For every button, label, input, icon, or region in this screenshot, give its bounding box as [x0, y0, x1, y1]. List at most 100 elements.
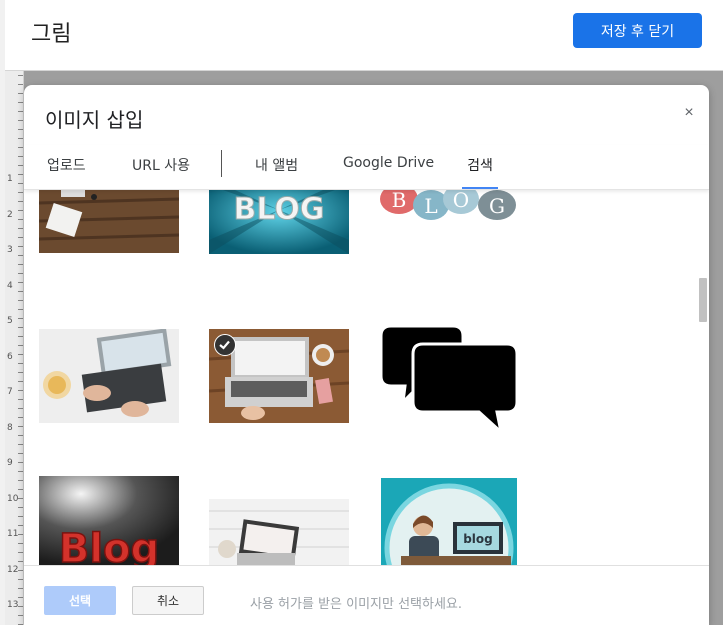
- ruler-tick: [18, 363, 23, 364]
- svg-text:L: L: [424, 194, 437, 218]
- ruler-tick: [18, 111, 23, 112]
- tab-search[interactable]: 검색: [462, 155, 498, 189]
- ruler-tick: [18, 354, 23, 355]
- ruler-tick: [18, 534, 23, 535]
- ruler-tick: [18, 372, 23, 373]
- editor-title: 그림: [31, 22, 72, 47]
- ruler-tick: [18, 597, 23, 598]
- ruler-tick: [18, 174, 23, 175]
- ruler-number: 10: [7, 493, 19, 504]
- svg-text:G: G: [489, 194, 505, 218]
- svg-text:blog: blog: [463, 532, 493, 546]
- ruler-tick: [18, 219, 23, 220]
- ruler-tick: [18, 120, 23, 121]
- result-desk-notebook[interactable]: [39, 190, 179, 253]
- ruler-tick: [18, 489, 23, 490]
- search-results-grid: BLOG B L O G Blog blog: [24, 190, 709, 565]
- ruler-tick: [18, 408, 23, 409]
- ruler-number: 1: [7, 174, 13, 184]
- ruler-tick: [18, 192, 23, 193]
- ruler-number: 2: [7, 209, 13, 220]
- save-and-close-button[interactable]: 저장 후 닫기: [573, 13, 702, 48]
- ruler-tick: [18, 183, 23, 184]
- license-hint: 사용 허가를 받은 이미지만 선택하세요.: [250, 597, 463, 612]
- ruler-tick: [18, 579, 23, 580]
- ruler-tick: [18, 255, 23, 256]
- ruler-tick: [18, 309, 23, 310]
- svg-text:O: O: [453, 190, 469, 212]
- ruler-tick: [18, 282, 23, 283]
- result-speech-bubbles-icon[interactable]: [379, 320, 519, 434]
- ruler-tick: [18, 93, 23, 94]
- ruler-tick: [18, 615, 23, 616]
- ruler-number: 4: [7, 280, 13, 291]
- dialog-footer: 선택 취소 사용 허가를 받은 이미지만 선택하세요.: [24, 565, 709, 625]
- result-blog-speech-bubbles[interactable]: B L O G: [379, 190, 519, 233]
- ruler-tick: [18, 84, 23, 85]
- ruler-tick: [18, 426, 23, 427]
- ruler-number: 3: [7, 245, 13, 255]
- ruler-tick: [18, 327, 23, 328]
- drawing-editor-header: 그림 저장 후 닫기: [5, 0, 723, 71]
- ruler-tick: [18, 390, 23, 391]
- ruler-number: 5: [7, 316, 13, 326]
- ruler-tick: [18, 210, 23, 211]
- ruler-tick: [18, 516, 23, 517]
- dialog-title: 이미지 삽입: [45, 108, 144, 132]
- result-blog-3d-text[interactable]: BLOG: [209, 190, 349, 254]
- close-icon[interactable]: ×: [679, 103, 699, 123]
- svg-text:Blog: Blog: [59, 526, 159, 565]
- ruler-tick: [18, 543, 23, 544]
- ruler-tick: [18, 561, 23, 562]
- scrollbar-thumb[interactable]: [699, 278, 707, 322]
- tab-divider: [221, 150, 222, 177]
- ruler-tick: [18, 381, 23, 382]
- ruler-tick: [18, 570, 23, 571]
- ruler-tick: [18, 462, 23, 463]
- insert-image-dialog: 이미지 삽입 × 업로드 URL 사용 내 앨범 Google Drive 검색: [24, 85, 709, 625]
- result-laptop-white-desk[interactable]: [209, 499, 349, 565]
- cancel-button[interactable]: 취소: [132, 586, 204, 615]
- ruler-tick: [18, 102, 23, 103]
- tab-google-drive[interactable]: Google Drive: [343, 155, 434, 189]
- tab-bar: 업로드 URL 사용 내 앨범 Google Drive 검색: [24, 145, 709, 190]
- ruler-tick: [18, 453, 23, 454]
- selected-check-icon: [214, 334, 236, 356]
- ruler-tick: [18, 300, 23, 301]
- ruler-tick: [18, 264, 23, 265]
- result-laptop-desk-phone[interactable]: [209, 329, 349, 423]
- ruler-tick: [18, 147, 23, 148]
- tab-my-albums[interactable]: 내 앨범: [255, 155, 298, 189]
- ruler-number: 7: [7, 387, 13, 397]
- ruler-tick: [18, 480, 23, 481]
- ruler-tick: [18, 246, 23, 247]
- ruler-tick: [18, 606, 23, 607]
- ruler-tick: [18, 201, 23, 202]
- ruler-tick: [18, 417, 23, 418]
- result-blog-monitor-person[interactable]: blog: [381, 478, 517, 565]
- ruler-tick: [18, 435, 23, 436]
- ruler-tick: [18, 336, 23, 337]
- tab-upload[interactable]: 업로드: [47, 155, 86, 189]
- result-laptop-typing[interactable]: [39, 329, 179, 423]
- select-button[interactable]: 선택: [44, 586, 116, 615]
- ruler-number: 6: [7, 351, 13, 362]
- ruler-tick: [18, 129, 23, 130]
- result-blog-red-letters[interactable]: Blog: [39, 476, 179, 565]
- ruler-number: 8: [7, 422, 13, 433]
- vertical-ruler: 1 2 3 4 5 6 7 8 9 10 11 12 13: [5, 71, 24, 625]
- ruler-tick: [18, 471, 23, 472]
- ruler-number: 9: [7, 458, 13, 468]
- tab-url[interactable]: URL 사용: [132, 155, 190, 189]
- ruler-tick: [18, 237, 23, 238]
- ruler-tick: [18, 552, 23, 553]
- ruler-tick: [18, 345, 23, 346]
- svg-text:B: B: [392, 190, 407, 212]
- ruler-tick: [18, 75, 23, 76]
- ruler-tick: [18, 291, 23, 292]
- ruler-number: 11: [7, 529, 19, 539]
- svg-text:BLOG: BLOG: [233, 192, 324, 227]
- ruler-tick: [18, 228, 23, 229]
- ruler-number: 13: [7, 600, 19, 610]
- ruler-tick: [18, 498, 23, 499]
